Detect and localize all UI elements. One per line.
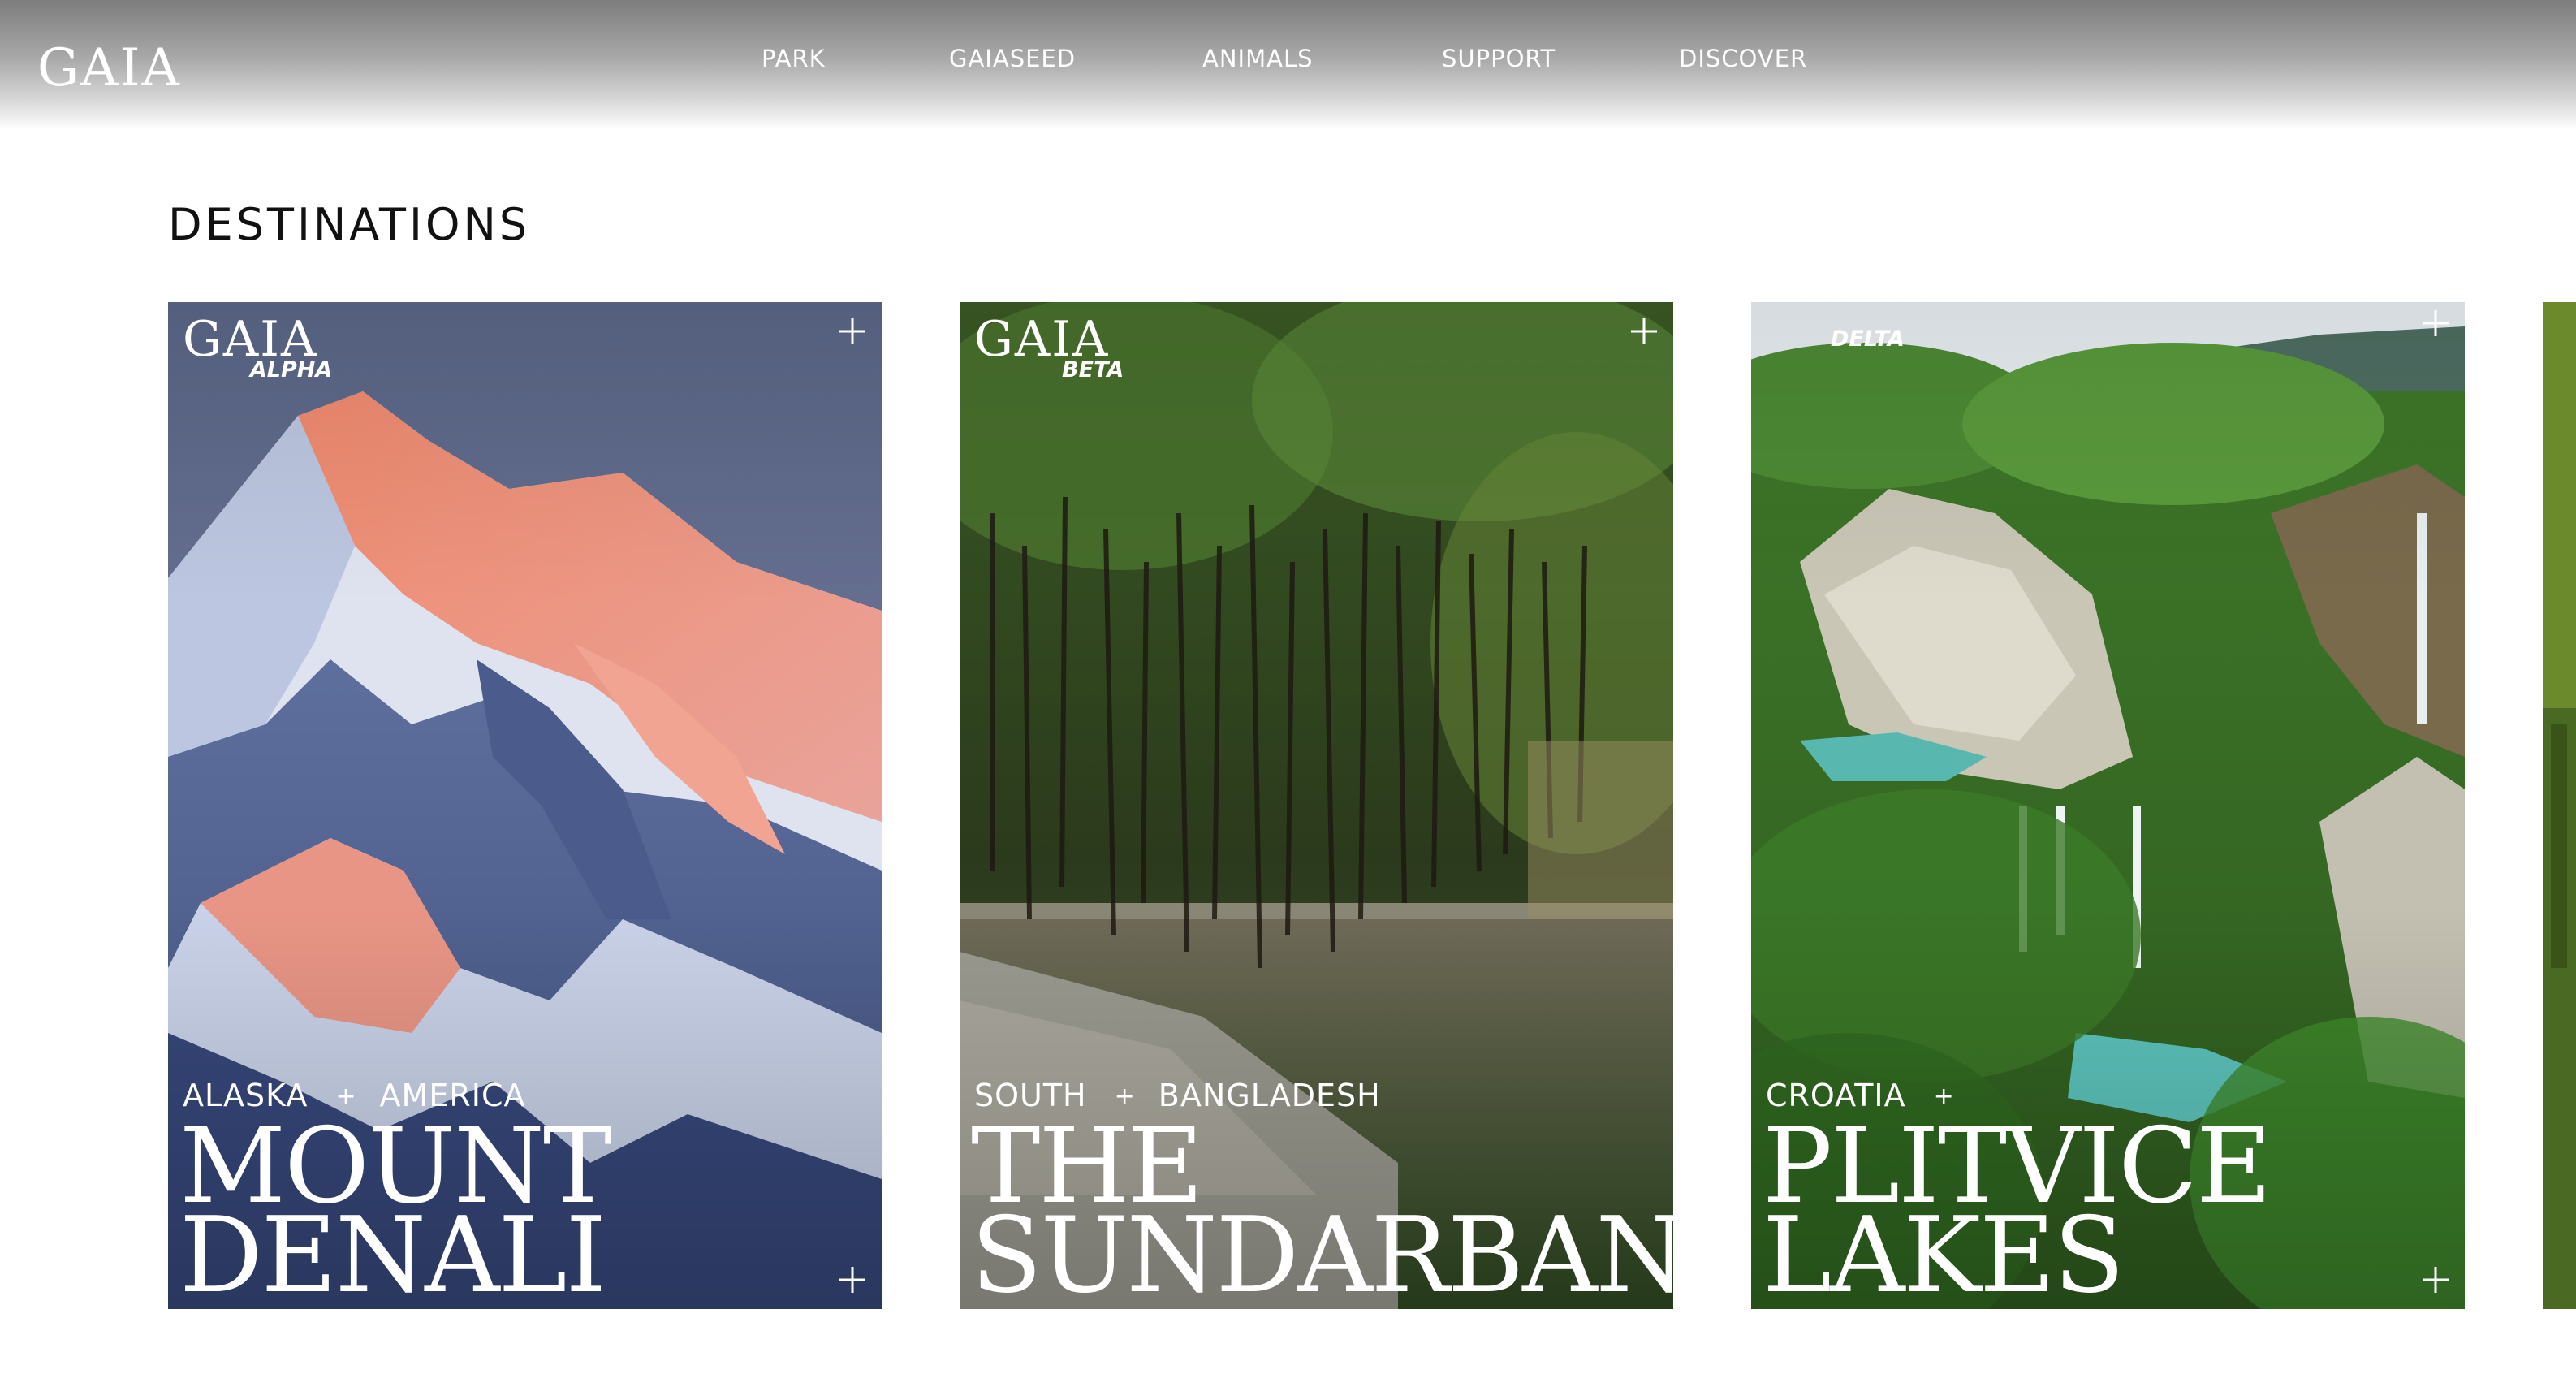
plus-icon[interactable] — [836, 315, 869, 348]
card-brand-mark: GAIA ALPHA — [183, 311, 332, 381]
section-title-destinations: DESTINATIONS — [168, 199, 531, 250]
card-image-jungle — [2543, 302, 2576, 1309]
card-brand-mark: GAIA BETA — [974, 311, 1124, 381]
site-header: GAIA PARK GAIASEED ANIMALS SUPPORT DISCO… — [0, 0, 2576, 130]
destination-card-sundarbans[interactable]: GAIA BETA SOUTH + BANGLADESH THE SUNDARBAN… — [960, 302, 1673, 1309]
card-brand-logo: GAIA — [183, 311, 318, 368]
card-title-line2: DENALI — [179, 1195, 606, 1309]
nav-item-park[interactable]: PARK — [762, 47, 826, 71]
site-logo[interactable]: GAIA — [37, 42, 181, 94]
destination-card-denali[interactable]: GAIA ALPHA ALASKA + AMERICA MOUNT DENALI — [168, 302, 882, 1309]
plus-icon[interactable] — [836, 1264, 869, 1296]
card-tier-label: DELTA — [1831, 326, 1905, 352]
nav-item-support[interactable]: SUPPORT — [1442, 47, 1556, 71]
card-brand-logo: GAIA — [974, 311, 1110, 368]
plus-icon[interactable] — [2419, 1264, 2452, 1296]
card-brand-mark: DELTA — [1766, 302, 1905, 350]
destination-card-partial[interactable] — [2543, 302, 2576, 1309]
nav-item-animals[interactable]: ANIMALS — [1202, 47, 1314, 71]
card-title: THE SUNDARBANS — [971, 1115, 1673, 1308]
card-title-line2: SUNDARBANS — [971, 1195, 1673, 1309]
destination-card-plitvice[interactable]: DELTA CROATIA + PLITVICE LAKES — [1751, 302, 2465, 1309]
nav-item-gaiaseed[interactable]: GAIASEED — [949, 47, 1076, 71]
nav-item-discover[interactable]: DISCOVER — [1679, 47, 1807, 71]
plus-icon[interactable] — [1628, 315, 1660, 348]
card-title: MOUNT DENALI — [179, 1115, 612, 1308]
card-title: PLITVICE LAKES — [1763, 1115, 2272, 1308]
plus-icon[interactable] — [2419, 307, 2452, 339]
card-title-line2: LAKES — [1763, 1195, 2125, 1309]
